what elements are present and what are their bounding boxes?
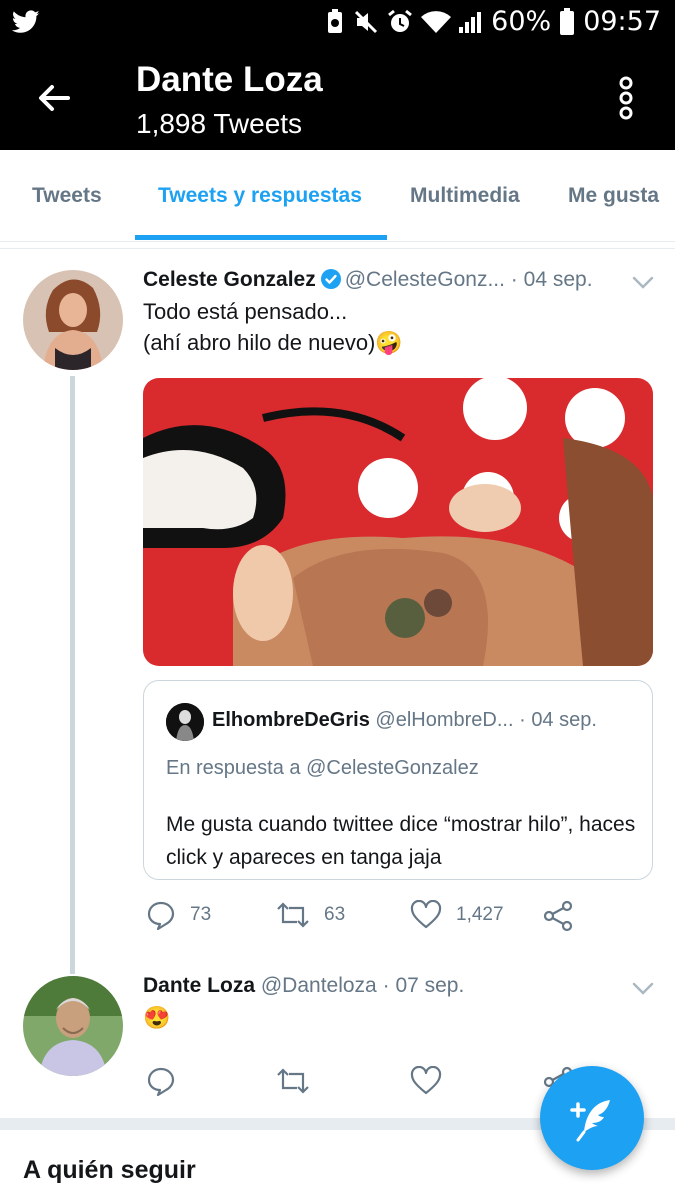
heart-icon — [410, 1066, 442, 1096]
tweet-media-image[interactable] — [143, 378, 653, 666]
twitter-bird-icon — [11, 10, 40, 39]
tab-media[interactable]: Multimedia — [410, 184, 520, 208]
verified-badge-icon — [320, 269, 341, 295]
avatar[interactable] — [23, 976, 123, 1076]
tweet-text: Todo está pensado... (ahí abro hilo de n… — [143, 296, 403, 358]
tweet-count: 1,898 Tweets — [136, 108, 303, 139]
like-count: 1,427 — [456, 904, 504, 925]
data-saver-icon — [325, 8, 345, 35]
more-options-icon[interactable] — [608, 76, 644, 120]
tweet-text-line: Todo está pensado... — [143, 299, 348, 324]
retweet-icon — [276, 1066, 310, 1096]
profile-name-title: Dante Loza — [136, 60, 323, 99]
status-bar: 60% 09:57 — [0, 0, 675, 48]
divider — [0, 248, 675, 249]
quoted-tweet[interactable]: ElhombreDeGris @elHombreD... · 04 sep. E… — [143, 680, 653, 880]
retweet-icon — [276, 900, 310, 930]
like-action[interactable]: 1,427 — [410, 900, 504, 930]
author-handle[interactable]: @Danteloza — [261, 974, 377, 997]
author-name[interactable]: Celeste Gonzalez — [143, 268, 316, 291]
quote-author-name[interactable]: ElhombreDeGris — [212, 709, 370, 731]
tweet-date[interactable]: 07 sep. — [395, 974, 464, 997]
share-icon — [542, 900, 574, 932]
back-arrow-icon[interactable] — [34, 78, 74, 118]
quote-header: ElhombreDeGris @elHombreD... · 04 sep. — [212, 709, 597, 732]
chevron-down-icon[interactable] — [632, 276, 654, 290]
retweet-action[interactable]: 63 — [276, 900, 345, 930]
retweet-count: 63 — [324, 904, 346, 925]
who-to-follow-heading: A quién seguir — [23, 1156, 196, 1184]
compose-tweet-button[interactable] — [540, 1066, 644, 1170]
mute-icon — [353, 9, 379, 35]
signal-icon — [459, 9, 483, 35]
alarm-icon — [387, 9, 413, 35]
tab-tweets[interactable]: Tweets — [32, 184, 102, 208]
tweet-header: Celeste Gonzalez @CelesteGonz... · 04 sep… — [143, 268, 593, 295]
reply-icon — [146, 900, 176, 930]
tweet-header: Dante Loza @Danteloza · 07 sep. — [143, 974, 464, 998]
heart-icon — [410, 900, 442, 930]
battery-percent: 60% — [491, 6, 552, 37]
active-tab-indicator — [135, 235, 387, 240]
quote-date: 04 sep. — [531, 709, 597, 731]
chevron-down-icon[interactable] — [632, 982, 654, 996]
tab-likes[interactable]: Me gusta — [568, 184, 659, 208]
app-bar: Dante Loza 1,898 Tweets — [0, 48, 675, 150]
tweet-text-line: (ahí abro hilo de nuevo)🤪 — [143, 330, 403, 355]
retweet-action[interactable] — [276, 1066, 310, 1096]
quote-text: Me gusta cuando twittee dice “mostrar hi… — [166, 813, 636, 869]
thread-connector-line — [70, 376, 75, 974]
profile-tabs: Tweets Tweets y respuestas Multimedia Me… — [0, 150, 675, 242]
separator-dot: · — [382, 974, 390, 997]
reply-action[interactable] — [146, 1066, 176, 1096]
like-action[interactable] — [410, 1066, 442, 1096]
share-action[interactable] — [542, 900, 574, 932]
tweet-text: 😍 — [143, 1005, 171, 1030]
compose-feather-icon — [570, 1100, 610, 1142]
status-time: 09:57 — [583, 6, 661, 37]
reply-to-label[interactable]: En respuesta a @CelesteGonzalez — [166, 757, 479, 780]
wifi-icon — [421, 9, 452, 35]
reply-count: 73 — [190, 904, 212, 925]
tweet-date[interactable]: 04 sep. — [524, 268, 593, 291]
reply-action[interactable]: 73 — [146, 900, 211, 930]
separator-dot: · — [519, 709, 526, 731]
tab-tweets-replies[interactable]: Tweets y respuestas — [158, 184, 362, 208]
separator-dot: · — [510, 268, 518, 291]
avatar[interactable] — [23, 270, 123, 370]
reply-icon — [146, 1066, 176, 1096]
author-name[interactable]: Dante Loza — [143, 974, 255, 997]
quote-avatar[interactable] — [166, 703, 204, 741]
battery-icon — [559, 7, 575, 36]
author-handle[interactable]: @CelesteGonz... — [345, 268, 505, 291]
quote-author-handle[interactable]: @elHombreD... — [375, 709, 513, 731]
